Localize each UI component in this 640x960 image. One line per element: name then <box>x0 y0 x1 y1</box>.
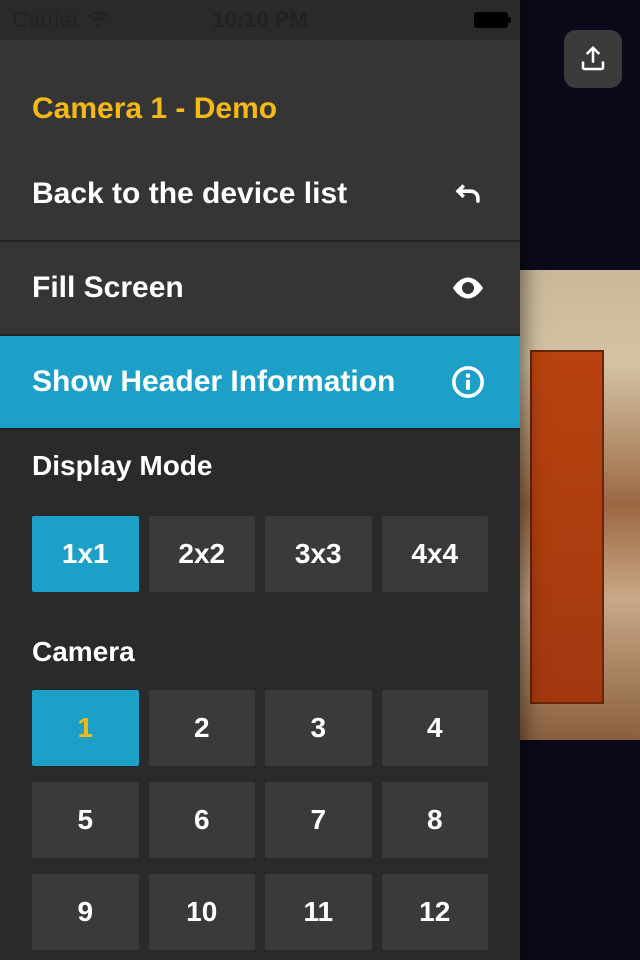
carrier-label: Carrier <box>12 7 79 33</box>
back-to-device-list[interactable]: Back to the device list <box>0 148 520 242</box>
camera-row: 9101112 <box>0 866 520 958</box>
camera-feed-preview <box>520 270 640 740</box>
camera-cell-9[interactable]: 9 <box>32 874 139 950</box>
camera-cell-8[interactable]: 8 <box>382 782 489 858</box>
menu-item-label: Show Header Information <box>32 365 395 399</box>
camera-cell-1[interactable]: 1 <box>32 690 139 766</box>
show-header-information[interactable]: Show Header Information <box>0 336 520 430</box>
camera-cell-11[interactable]: 11 <box>265 874 372 950</box>
camera-cell-5[interactable]: 5 <box>32 782 139 858</box>
display-mode-4x4[interactable]: 4x4 <box>382 516 489 592</box>
camera-cell-4[interactable]: 4 <box>382 690 489 766</box>
display-mode-3x3[interactable]: 3x3 <box>265 516 372 592</box>
display-mode-1x1[interactable]: 1x1 <box>32 516 139 592</box>
back-icon <box>448 174 488 214</box>
display-mode-grid: 1x12x23x34x4 <box>0 496 520 616</box>
camera-cell-12[interactable]: 12 <box>382 874 489 950</box>
camera-cell-7[interactable]: 7 <box>265 782 372 858</box>
share-icon <box>578 44 608 74</box>
side-menu: Carrier 10:10 PM Camera 1 - Demo Back to… <box>0 0 520 960</box>
display-mode-label: Display Mode <box>0 430 520 496</box>
wifi-icon <box>87 9 109 31</box>
status-time: 10:10 PM <box>212 7 307 33</box>
camera-row: 5678 <box>0 774 520 866</box>
info-icon <box>448 362 488 402</box>
camera-cell-2[interactable]: 2 <box>149 690 256 766</box>
fill-screen[interactable]: Fill Screen <box>0 242 520 336</box>
eye-icon <box>448 268 488 308</box>
camera-label: Camera <box>0 616 520 682</box>
menu-item-label: Back to the device list <box>32 177 347 211</box>
battery-icon <box>474 12 508 28</box>
page-title: Camera 1 - Demo <box>0 40 520 148</box>
camera-grid: 123456789101112 <box>0 682 520 958</box>
camera-cell-3[interactable]: 3 <box>265 690 372 766</box>
display-mode-2x2[interactable]: 2x2 <box>149 516 256 592</box>
camera-cell-10[interactable]: 10 <box>149 874 256 950</box>
share-button[interactable] <box>564 30 622 88</box>
status-bar: Carrier 10:10 PM <box>0 0 520 40</box>
camera-row: 1234 <box>0 682 520 774</box>
menu-item-label: Fill Screen <box>32 271 184 305</box>
camera-cell-6[interactable]: 6 <box>149 782 256 858</box>
